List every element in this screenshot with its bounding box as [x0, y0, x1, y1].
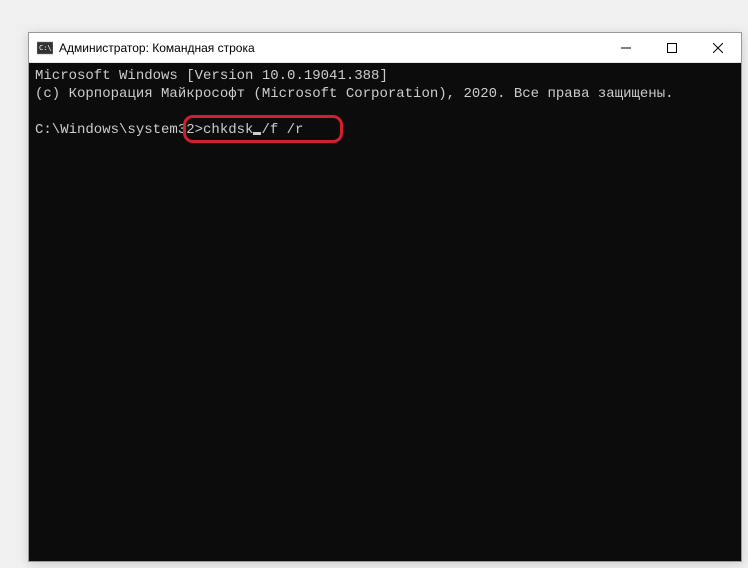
- command-text-1: chkdsk: [203, 122, 253, 138]
- cursor: [253, 132, 261, 135]
- svg-text:C:\: C:\: [39, 44, 52, 52]
- prompt-path: C:\Windows\system32>: [35, 122, 203, 138]
- cmd-icon: C:\: [37, 40, 53, 56]
- command-prompt-window: C:\ Администратор: Командная строка Micr…: [28, 32, 742, 562]
- version-line: Microsoft Windows [Version 10.0.19041.38…: [35, 67, 735, 85]
- prompt-line: C:\Windows\system32>chkdsk/f /r: [35, 121, 303, 139]
- titlebar[interactable]: C:\ Администратор: Командная строка: [29, 33, 741, 63]
- window-controls: [603, 33, 741, 62]
- minimize-button[interactable]: [603, 33, 649, 62]
- maximize-button[interactable]: [649, 33, 695, 62]
- close-button[interactable]: [695, 33, 741, 62]
- command-text-2: /f /r: [261, 122, 303, 138]
- terminal-area[interactable]: Microsoft Windows [Version 10.0.19041.38…: [29, 63, 741, 561]
- copyright-line: (c) Корпорация Майкрософт (Microsoft Cor…: [35, 85, 735, 103]
- window-title: Администратор: Командная строка: [59, 41, 603, 55]
